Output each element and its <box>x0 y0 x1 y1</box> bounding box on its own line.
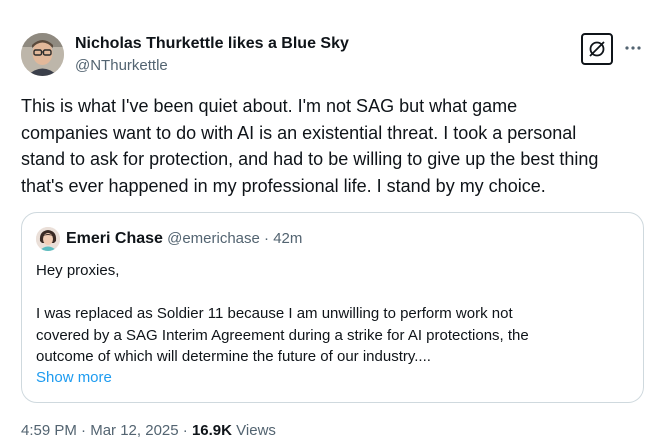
views-count: 16.9K <box>191 422 232 439</box>
footer-separator: · <box>182 422 188 439</box>
quote-author-handle[interactable]: @emerichase <box>167 230 260 247</box>
tweet-time[interactable]: 4:59 PM <box>21 422 77 439</box>
grok-button[interactable] <box>581 33 613 65</box>
author-handle[interactable]: @NThurkettle <box>75 57 168 74</box>
more-icon <box>625 46 641 50</box>
author-avatar-image <box>21 33 64 76</box>
quoted-tweet-card[interactable]: Emeri Chase @emerichase · 42m Hey proxie… <box>21 212 644 403</box>
tweet-date[interactable]: Mar 12, 2025 <box>90 422 178 439</box>
quote-line <box>36 282 636 304</box>
quote-author-avatar[interactable] <box>36 227 60 251</box>
quote-line: outcome of which will determine the futu… <box>36 348 431 365</box>
tweet-text-line: companies want to do with AI is an exist… <box>21 122 577 143</box>
quote-line: Hey proxies, <box>36 262 120 279</box>
tweet-text: This is what I've been quiet about. I'm … <box>21 93 651 199</box>
views-label: Views <box>236 422 276 439</box>
quote-body: Hey proxies, I was replaced as Soldier 1… <box>36 260 636 368</box>
author-name[interactable]: Nicholas Thurkettle likes a Blue Sky <box>75 35 349 53</box>
quote-separator: · <box>264 230 270 247</box>
footer-separator: · <box>81 422 87 439</box>
tweet-footer: 4:59 PM · Mar 12, 2025 · 16.9K Views <box>21 422 276 439</box>
tweet-text-line: This is what I've been quiet about. I'm … <box>21 96 518 116</box>
author-avatar[interactable] <box>21 33 64 76</box>
tweet-text-line: stand to ask for protection, and had to … <box>21 149 599 169</box>
quote-header: Emeri Chase @emerichase · 42m <box>66 230 302 248</box>
show-more-link[interactable]: Show more <box>36 369 112 386</box>
quote-line: I was replaced as Soldier 11 because I a… <box>36 305 513 322</box>
grok-icon <box>589 41 605 57</box>
tweet-text-line: that's ever happened in my professional … <box>21 175 546 196</box>
quote-avatar-image <box>36 227 60 251</box>
more-button[interactable] <box>622 37 644 59</box>
tweet: Nicholas Thurkettle likes a Blue Sky @NT… <box>0 0 657 446</box>
quote-line: covered by a SAG Interim Agreement durin… <box>36 326 529 344</box>
quote-author-name[interactable]: Emeri Chase <box>66 230 163 247</box>
quote-time[interactable]: 42m <box>273 230 302 247</box>
